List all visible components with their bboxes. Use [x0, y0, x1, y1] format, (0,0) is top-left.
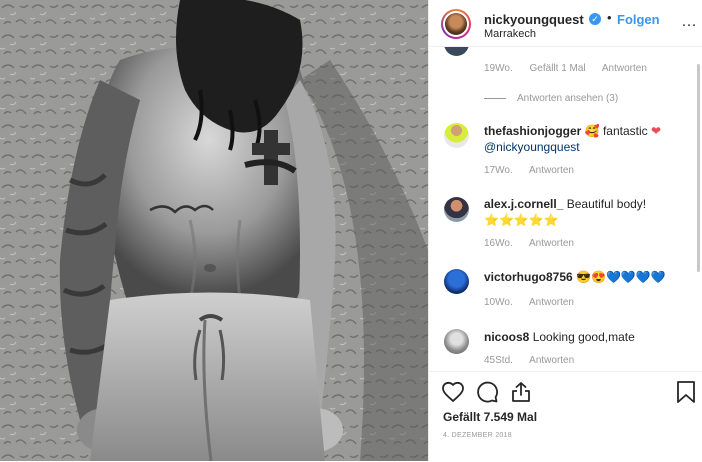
star-rating-icons: ⭐⭐⭐⭐⭐: [484, 213, 559, 227]
post-location[interactable]: Marrakech: [484, 28, 536, 40]
header-separator: •: [607, 10, 612, 25]
verified-icon: ✓: [589, 13, 601, 25]
comment-meta: 19Wo. Gefällt 1 Mal Antworten: [484, 63, 661, 74]
comment-text: 😎😍: [576, 270, 606, 284]
comment-reply-button[interactable]: Antworten: [529, 238, 574, 249]
comment-avatar[interactable]: [444, 197, 469, 222]
comment-avatar[interactable]: [444, 123, 469, 148]
comment-likes[interactable]: Gefällt 1 Mal: [530, 63, 586, 74]
post-photo[interactable]: [0, 0, 428, 461]
comments-scrollbar[interactable]: [697, 64, 700, 272]
comment-meta: 10Wo. Antworten: [484, 297, 588, 308]
comment-username[interactable]: victorhugo8756: [484, 270, 573, 284]
comment-body: alex.j.cornell_ Beautiful body! ⭐⭐⭐⭐⭐: [484, 196, 694, 228]
red-heart-icon: ❤: [651, 124, 662, 138]
post-date[interactable]: 4. DEZEMBER 2018: [443, 432, 512, 439]
author-avatar[interactable]: [441, 9, 471, 39]
comment-body: victorhugo8756 😎😍💙💙💙💙: [484, 269, 694, 285]
comment-body: nicoos8 Looking good,mate: [484, 329, 694, 345]
comment-meta: 45Std. Antworten: [484, 355, 588, 366]
post-header: nickyoungquest ✓ • Folgen Marrakech …: [429, 0, 702, 47]
comment-avatar[interactable]: [444, 269, 469, 294]
comment-username[interactable]: nicoos8: [484, 330, 529, 344]
comment-text: 🥰 fantastic: [584, 124, 648, 138]
comment-reply-button[interactable]: Antworten: [529, 297, 574, 308]
comment-reply-button[interactable]: Antworten: [529, 355, 574, 366]
comment-time[interactable]: 10Wo.: [484, 297, 513, 308]
comment-time[interactable]: 16Wo.: [484, 238, 513, 249]
likes-count[interactable]: Gefällt 7.549 Mal: [443, 410, 537, 424]
comment-meta: 17Wo. Antworten: [484, 165, 588, 176]
comment-time[interactable]: 19Wo.: [484, 63, 513, 74]
comment-avatar[interactable]: [444, 329, 469, 354]
more-icon[interactable]: …: [681, 14, 697, 30]
comment-body: thefashionjogger 🥰 fantastic ❤ @nickyoun…: [484, 123, 694, 155]
comment-icon[interactable]: [475, 380, 499, 404]
post-details-panel: nickyoungquest ✓ • Folgen Marrakech … 19…: [428, 0, 702, 461]
post-image-illustration: [0, 0, 428, 461]
comment-reply-button[interactable]: Antworten: [529, 165, 574, 176]
follow-button[interactable]: Folgen: [617, 12, 660, 27]
avatar-image: [445, 13, 467, 35]
comment-mention-link[interactable]: @nickyoungquest: [484, 140, 580, 154]
share-icon[interactable]: [509, 380, 533, 404]
comment-text: Looking good,mate: [532, 330, 635, 344]
comment-username[interactable]: thefashionjogger: [484, 124, 581, 138]
blue-heart-icons: 💙💙💙💙: [605, 270, 666, 284]
heart-icon[interactable]: [441, 380, 465, 404]
bookmark-icon[interactable]: [675, 380, 697, 404]
replies-divider: [484, 98, 506, 99]
comments-list[interactable]: 19Wo. Gefällt 1 Mal Antworten Antworten …: [429, 47, 702, 371]
post-actions: Gefällt 7.549 Mal 4. DEZEMBER 2018: [429, 371, 702, 462]
view-replies-button[interactable]: Antworten ansehen (3): [517, 93, 618, 104]
comment-text: Beautiful body!: [566, 197, 647, 211]
comment-meta: 16Wo. Antworten: [484, 238, 588, 249]
comment-time[interactable]: 45Std.: [484, 355, 513, 366]
comment-username[interactable]: alex.j.cornell_: [484, 197, 563, 211]
comment-avatar[interactable]: [444, 47, 469, 56]
comment-reply-button[interactable]: Antworten: [602, 63, 647, 74]
author-username[interactable]: nickyoungquest: [484, 12, 584, 27]
comment-time[interactable]: 17Wo.: [484, 165, 513, 176]
